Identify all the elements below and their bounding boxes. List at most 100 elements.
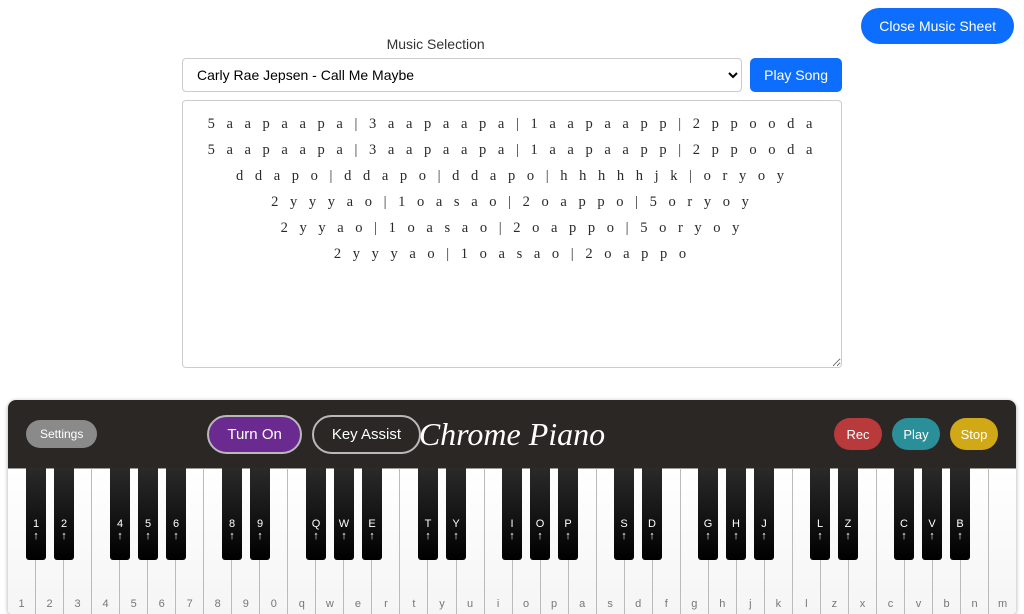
black-key-label: O (530, 518, 550, 530)
sheet-line: 5 a a p a a p a | 3 a a p a a p a | 1 a … (199, 111, 825, 137)
black-key[interactable]: G↑ (698, 468, 718, 560)
black-key[interactable]: S↑ (614, 468, 634, 560)
turn-on-button[interactable]: Turn On (207, 415, 301, 454)
up-arrow-icon: ↑ (530, 530, 550, 542)
black-key[interactable]: L↑ (810, 468, 830, 560)
black-key[interactable]: V↑ (922, 468, 942, 560)
black-key[interactable]: 9↑ (250, 468, 270, 560)
piano-keyboard: 1234567890qwertyuiopasdfghjklzxcvbnm 1↑2… (8, 468, 1016, 614)
up-arrow-icon: ↑ (222, 530, 242, 542)
up-arrow-icon: ↑ (558, 530, 578, 542)
black-key[interactable]: P↑ (558, 468, 578, 560)
up-arrow-icon: ↑ (418, 530, 438, 542)
black-key-label: B (950, 518, 970, 530)
white-key-label: j (737, 598, 764, 610)
up-arrow-icon: ↑ (894, 530, 914, 542)
close-music-sheet-button[interactable]: Close Music Sheet (861, 8, 1014, 44)
black-key[interactable]: W↑ (334, 468, 354, 560)
up-arrow-icon: ↑ (446, 530, 466, 542)
up-arrow-icon: ↑ (362, 530, 382, 542)
black-key-label: D (642, 518, 662, 530)
black-key-label: E (362, 518, 382, 530)
sheet-line: 5 a a p a a p a | 3 a a p a a p a | 1 a … (199, 137, 825, 163)
black-key[interactable]: 8↑ (222, 468, 242, 560)
black-key-label: H (726, 518, 746, 530)
white-key-label: s (597, 598, 624, 610)
black-key-label: J (754, 518, 774, 530)
up-arrow-icon: ↑ (922, 530, 942, 542)
white-key-label: w (316, 598, 343, 610)
white-key-label: p (541, 598, 568, 610)
stop-button[interactable]: Stop (950, 418, 998, 450)
white-key-label: a (569, 598, 596, 610)
up-arrow-icon: ↑ (838, 530, 858, 542)
record-button[interactable]: Rec (834, 418, 882, 450)
black-key[interactable]: 2↑ (54, 468, 74, 560)
black-key[interactable]: Y↑ (446, 468, 466, 560)
black-key[interactable]: O↑ (530, 468, 550, 560)
music-selection-label: Music Selection (10, 36, 1014, 52)
white-key-label: k (765, 598, 792, 610)
black-key[interactable]: 4↑ (110, 468, 130, 560)
key-assist-button[interactable]: Key Assist (312, 415, 421, 454)
music-sheet-textarea[interactable]: 5 a a p a a p a | 3 a a p a a p a | 1 a … (182, 100, 842, 368)
black-key[interactable]: J↑ (754, 468, 774, 560)
up-arrow-icon: ↑ (334, 530, 354, 542)
up-arrow-icon: ↑ (306, 530, 326, 542)
play-song-button[interactable]: Play Song (750, 58, 842, 92)
white-key-label: b (933, 598, 960, 610)
black-key-label: P (558, 518, 578, 530)
white-key-label: 4 (92, 598, 119, 610)
white-key-label: 0 (260, 598, 287, 610)
white-key-label: 5 (120, 598, 147, 610)
black-key-label: 5 (138, 518, 158, 530)
black-key[interactable]: Q↑ (306, 468, 326, 560)
white-key-label: v (905, 598, 932, 610)
white-key-label: 9 (232, 598, 259, 610)
song-select[interactable]: Carly Rae Jepsen - Call Me Maybe (182, 58, 742, 92)
black-key[interactable]: H↑ (726, 468, 746, 560)
black-key[interactable]: 5↑ (138, 468, 158, 560)
black-key-label: W (334, 518, 354, 530)
white-key-label: g (681, 598, 708, 610)
black-key[interactable]: I↑ (502, 468, 522, 560)
black-key[interactable]: E↑ (362, 468, 382, 560)
white-key-label: u (457, 598, 484, 610)
sheet-line: d d a p o | d d a p o | d d a p o | h h … (199, 163, 825, 189)
up-arrow-icon: ↑ (950, 530, 970, 542)
white-key-label: o (513, 598, 540, 610)
white-key-label: h (709, 598, 736, 610)
black-key[interactable]: T↑ (418, 468, 438, 560)
white-key-label: z (821, 598, 848, 610)
black-key-label: T (418, 518, 438, 530)
black-key-label: 6 (166, 518, 186, 530)
app-title: Chrome Piano (419, 416, 605, 453)
black-key-label: 2 (54, 518, 74, 530)
up-arrow-icon: ↑ (110, 530, 130, 542)
up-arrow-icon: ↑ (614, 530, 634, 542)
up-arrow-icon: ↑ (26, 530, 46, 542)
black-key[interactable]: D↑ (642, 468, 662, 560)
white-key-label: x (849, 598, 876, 610)
black-key[interactable]: C↑ (894, 468, 914, 560)
black-key[interactable]: Z↑ (838, 468, 858, 560)
white-key-label: 7 (176, 598, 203, 610)
black-key[interactable]: 1↑ (26, 468, 46, 560)
black-key-label: G (698, 518, 718, 530)
black-key-label: 4 (110, 518, 130, 530)
white-key-label: 1 (8, 598, 35, 610)
black-key-label: S (614, 518, 634, 530)
black-key-label: 8 (222, 518, 242, 530)
play-button[interactable]: Play (892, 418, 940, 450)
black-key-label: I (502, 518, 522, 530)
up-arrow-icon: ↑ (54, 530, 74, 542)
black-key-label: Z (838, 518, 858, 530)
black-key[interactable]: B↑ (950, 468, 970, 560)
white-key-label: 8 (204, 598, 231, 610)
black-key[interactable]: 6↑ (166, 468, 186, 560)
up-arrow-icon: ↑ (502, 530, 522, 542)
settings-button[interactable]: Settings (26, 420, 97, 448)
up-arrow-icon: ↑ (166, 530, 186, 542)
up-arrow-icon: ↑ (250, 530, 270, 542)
white-key[interactable]: m (989, 468, 1016, 614)
